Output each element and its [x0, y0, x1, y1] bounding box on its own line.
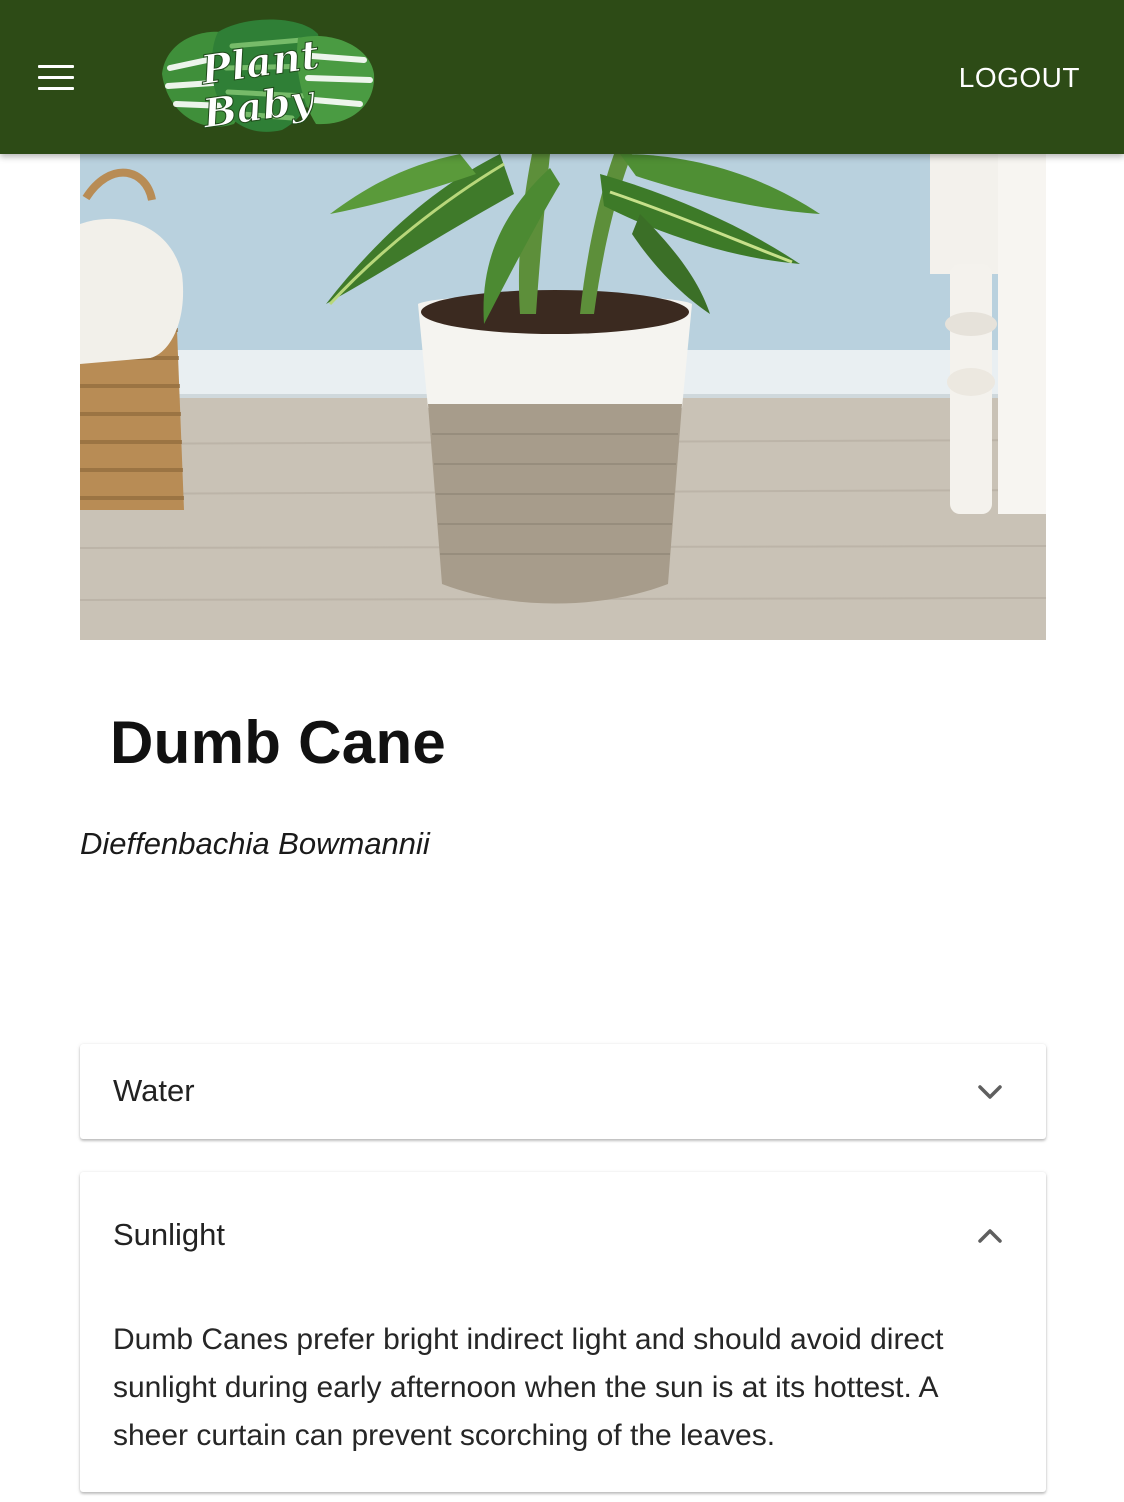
app-bar: Plant Baby LOGOUT	[0, 0, 1124, 154]
plant-common-name: Dumb Cane	[110, 709, 447, 776]
chevron-down-icon[interactable]	[972, 1074, 1008, 1110]
water-accordion-title: Water	[113, 1073, 195, 1108]
hamburger-menu-icon[interactable]	[28, 56, 84, 100]
sunlight-accordion: Sunlight Dumb Canes prefer bright indire…	[80, 1172, 1046, 1492]
plant-pot-image	[418, 290, 692, 604]
logout-button[interactable]: LOGOUT	[959, 58, 1080, 98]
water-accordion-header[interactable]: Water	[80, 1044, 1046, 1139]
chevron-up-icon[interactable]	[972, 1218, 1008, 1254]
plant-scientific-name: Dieffenbachia Bowmannii	[80, 826, 430, 861]
water-accordion: Water	[80, 1044, 1046, 1139]
plant-baby-logo[interactable]: Plant Baby	[156, 16, 378, 140]
sunlight-accordion-header[interactable]: Sunlight	[80, 1172, 1046, 1300]
sunlight-accordion-body: Dumb Canes prefer bright indirect light …	[113, 1323, 944, 1452]
plant-image	[80, 154, 1046, 640]
sunlight-accordion-title: Sunlight	[113, 1217, 226, 1252]
